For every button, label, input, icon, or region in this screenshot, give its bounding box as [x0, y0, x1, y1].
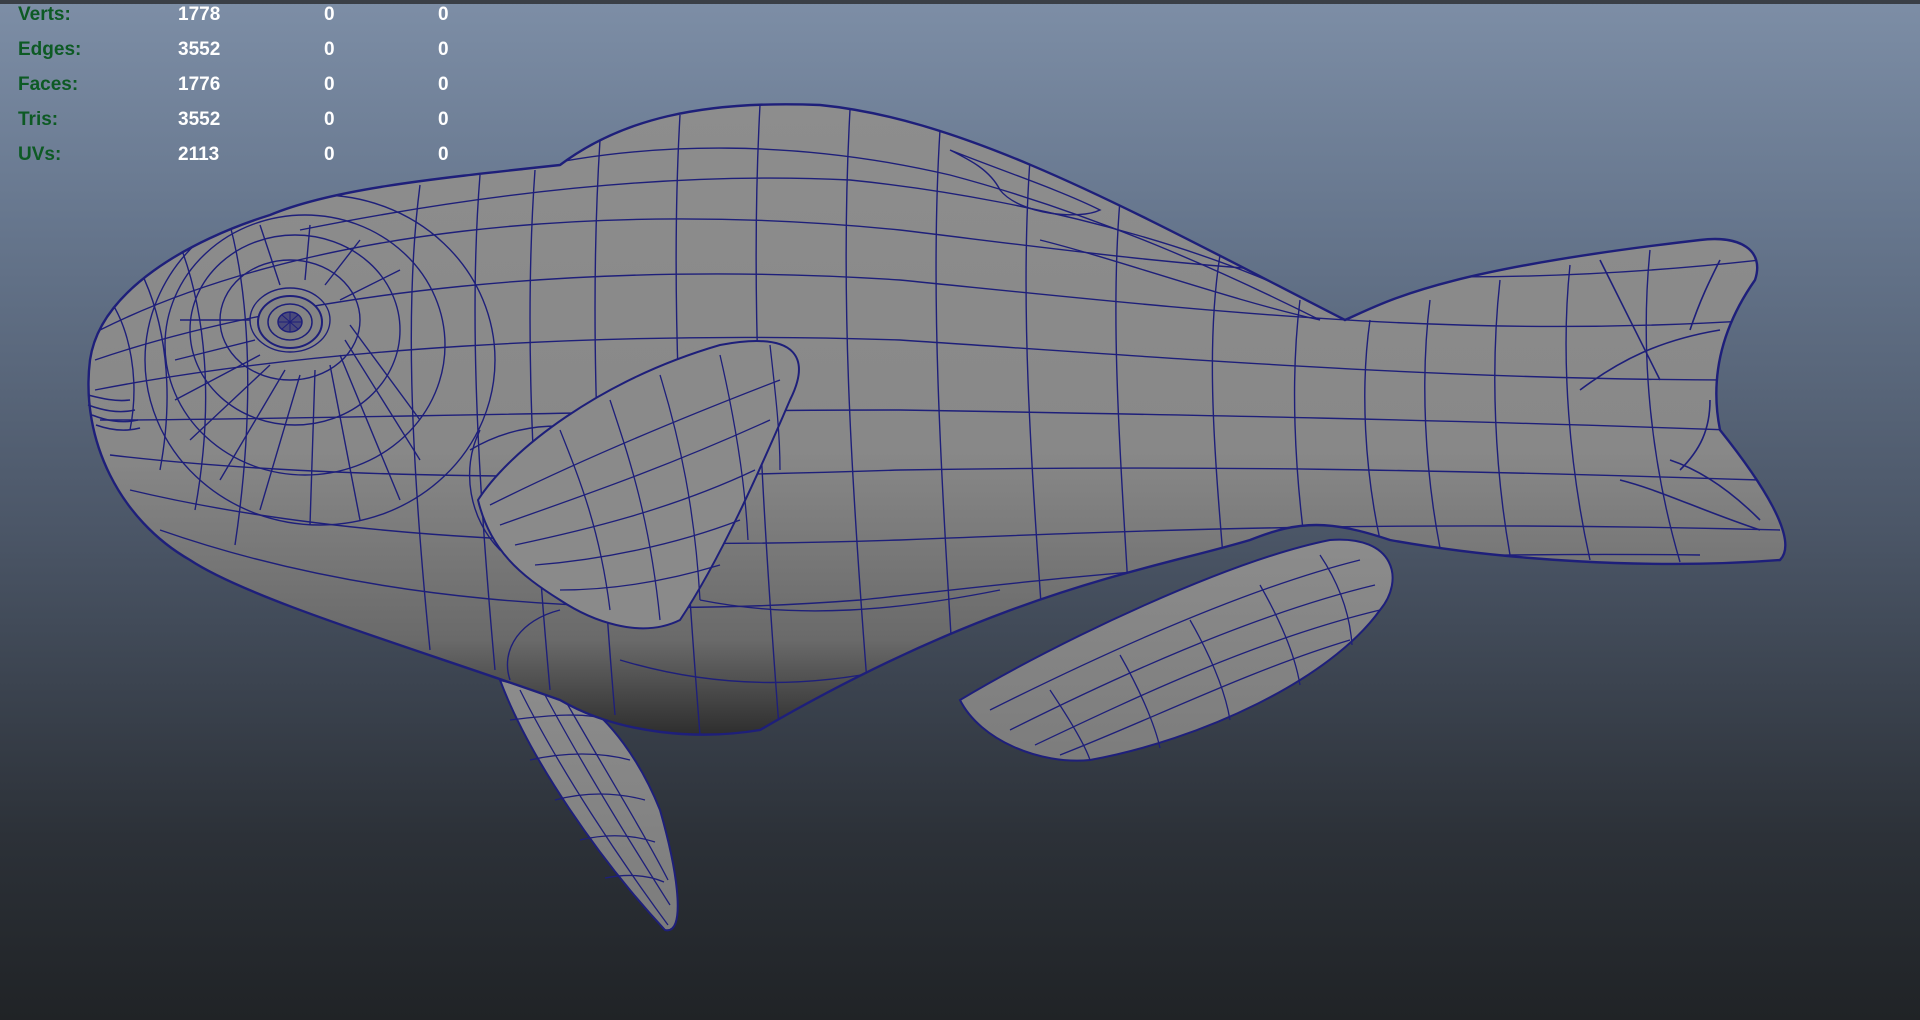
- hud-value-selected: 0: [324, 4, 335, 25]
- hud-label: Tris:: [18, 109, 59, 130]
- hud-value-selected: 0: [324, 144, 335, 165]
- hud-value-total: 1776: [178, 74, 221, 95]
- hud-value-selected: 0: [324, 39, 335, 60]
- hud-row-edges: Edges: 3552 0 0: [0, 35, 480, 65]
- fish-body: [87, 103, 1787, 736]
- hud-row-verts: Verts: 1778 0 0: [0, 0, 480, 30]
- hud-row-uvs: UVs: 2113 0 0: [0, 140, 480, 170]
- hud-value-total: 2113: [178, 144, 220, 165]
- hud-value-selected: 0: [324, 109, 335, 130]
- hud-row-faces: Faces: 1776 0 0: [0, 70, 480, 100]
- hud-value-total: 1778: [178, 4, 221, 25]
- hud-label: UVs:: [18, 144, 62, 165]
- hud-value-total: 3552: [178, 39, 221, 60]
- hud-value-total: 3552: [178, 109, 221, 130]
- fish-eye: [257, 295, 323, 349]
- hud-value-extra: 0: [438, 39, 449, 60]
- hud-value-extra: 0: [438, 144, 449, 165]
- hud-value-extra: 0: [438, 4, 449, 25]
- poly-count-hud: Verts: 1778 0 0 Edges: 3552 0 0 Faces: 1…: [0, 0, 480, 170]
- 3d-viewport[interactable]: Verts: 1778 0 0 Edges: 3552 0 0 Faces: 1…: [0, 0, 1920, 1020]
- hud-label: Verts:: [18, 4, 71, 25]
- hud-row-tris: Tris: 3552 0 0: [0, 105, 480, 135]
- hud-value-extra: 0: [438, 109, 449, 130]
- hud-label: Edges:: [18, 39, 82, 60]
- hud-label: Faces:: [18, 74, 79, 95]
- hud-value-extra: 0: [438, 74, 449, 95]
- hud-value-selected: 0: [324, 74, 335, 95]
